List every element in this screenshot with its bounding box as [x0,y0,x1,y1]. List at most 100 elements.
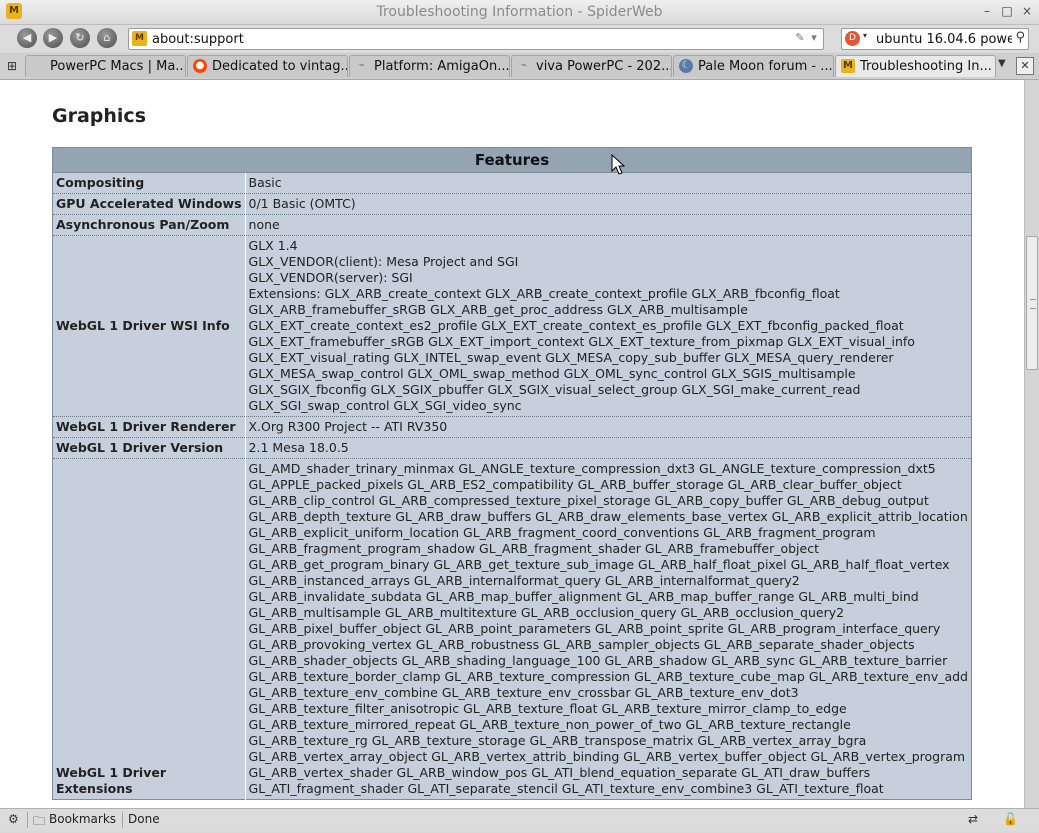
value-line: 0/1 Basic (OMTC) [248,196,356,211]
tab-troubleshooting[interactable]: M Troubleshooting In... [835,55,996,77]
bookmarks-button[interactable]: Bookmarks [49,812,116,826]
feature-value: GLX 1.4 GLX_VENDOR(client): Mesa Project … [244,235,972,417]
value-line: GL_ARB_explicit_uniform_location GL_ARB_… [248,525,876,540]
value-line: GLX_SGIX_fbconfig GLX_SGIX_pbuffer GLX_S… [248,382,861,397]
value-line: GL_ARB_pixel_buffer_object GL_ARB_point_… [248,621,941,636]
value-line: GLX_VENDOR(server): SGI [248,270,413,285]
value-line: GL_ARB_vertex_shader GL_ARB_window_pos G… [248,765,871,780]
engine-dropdown-icon[interactable]: ▾ [863,31,867,40]
value-line: GL_ARB_texture_env_combine GL_ARB_textur… [248,685,799,700]
features-table-body: Compositing Basic GPU Accelerated Windows 0… [52,172,972,800]
feature-name: Compositing [52,172,246,194]
tab-label: viva PowerPC - 202... [536,59,672,74]
window-titlebar: M Troubleshooting Information - SpiderWe… [0,0,1039,25]
table-header: Features [52,147,972,173]
maximize-icon[interactable]: □ [1000,4,1014,18]
feature-value: X.Org R300 Project -- ATI RV350 [244,416,972,438]
close-tab-icon[interactable]: ✕ [1016,57,1034,75]
feature-value: GL_AMD_shader_trinary_minmax GL_ANGLE_te… [244,458,972,800]
status-bar: ⚙ 🗀 Bookmarks Done ⇄ 🔓 [0,808,1039,831]
url-input[interactable] [150,30,794,48]
tab-strip: ⊞ PowerPC Macs | Ma... ● Dedicated to vi… [0,53,1039,80]
divider [27,812,28,828]
table-row: WebGL 1 Driver Renderer X.Org R300 Projec… [52,416,972,438]
tab-platform-amigaone[interactable]: ⌁ Platform: AmigaOn... [349,55,510,77]
close-window-icon[interactable]: × [1020,4,1034,18]
table-row: WebGL 1 Driver WSI Info GLX 1.4 GLX_VENDOR… [52,235,972,417]
feature-name: WebGL 1 Driver Renderer [52,416,246,438]
tab-dedicated-to-vintage[interactable]: ● Dedicated to vintag... [187,55,348,77]
new-tab-icon[interactable]: ⊞ [3,57,21,75]
value-line: GL_ARB_multisample GL_ARB_multitexture G… [248,605,845,620]
tab-powerpc-macs[interactable]: PowerPC Macs | Ma... [25,55,186,77]
minimize-icon[interactable]: – [980,4,994,18]
value-line: GL_ARB_shader_objects GL_ARB_shading_lan… [248,653,948,668]
navigation-toolbar: ◀ ▶ ↻ ⌂ M ✎ ▾ D ▾ ⚲ [0,25,1039,52]
mouse-cursor-icon [611,154,625,175]
url-bar[interactable]: M ✎ ▾ [128,28,824,50]
value-line: GL_AMD_shader_trinary_minmax GL_ANGLE_te… [248,461,936,476]
scrollbar-thumb[interactable] [1026,236,1038,370]
page-content: Graphics Features Compositing Basic GPU Ac… [0,80,1024,808]
search-icon[interactable]: ⚲ [1015,30,1025,45]
tab-label: PowerPC Macs | Ma... [50,59,186,74]
table-row: WebGL 1 Driver Extensions GL_AMD_shader_t… [52,458,972,800]
table-row: Compositing Basic [52,172,972,194]
moon-icon: ☾ [679,59,693,73]
value-line: GL_ARB_texture_rg GL_ARB_texture_storage… [248,733,867,748]
value-line: Basic [248,175,282,190]
apple-icon [31,59,45,73]
status-text: Done [128,812,160,826]
value-line: GL_ARB_clip_control GL_ARB_compressed_te… [248,493,929,508]
window-title: Troubleshooting Information - SpiderWeb [376,4,663,20]
value-line: GLX 1.4 [248,238,298,253]
value-line: GL_ARB_fragment_program_shadow GL_ARB_fr… [248,541,819,556]
value-line: GLX_EXT_create_context_es2_profile GLX_E… [248,318,904,333]
bookmark-icon[interactable]: ✎ [793,31,807,45]
feature-value: Basic [244,172,972,194]
search-bar[interactable]: D ▾ ⚲ [841,28,1029,50]
url-history-dropdown-icon[interactable]: ▾ [807,31,821,45]
network-activity-icon: ⇄ [968,812,979,826]
value-line: GL_ARB_depth_texture GL_ARB_draw_buffers… [248,509,968,524]
value-line: GLX_EXT_framebuffer_sRGB GLX_EXT_import_… [248,334,915,349]
tab-label: Troubleshooting In... [860,59,992,74]
feature-name: WebGL 1 Driver WSI Info [52,235,246,417]
value-line: GLX_ARB_framebuffer_sRGB GLX_ARB_get_pro… [248,302,748,317]
value-line: 2.1 Mesa 18.0.5 [248,440,349,455]
value-line: GLX_EXT_visual_rating GLX_INTEL_swap_eve… [248,350,894,365]
home-button[interactable]: ⌂ [97,28,117,48]
value-line: GL_ARB_texture_filter_anisotropic GL_ARB… [248,701,847,716]
features-table: Features Compositing Basic GPU Accelerated… [52,147,972,800]
reload-button[interactable]: ↻ [70,28,90,48]
section-title: Graphics [52,105,146,127]
table-row: GPU Accelerated Windows 0/1 Basic (OMTC) [52,193,972,215]
value-line: X.Org R300 Project -- ATI RV350 [248,419,448,434]
tab-label: Dedicated to vintag... [212,59,348,74]
search-input[interactable] [874,30,1014,48]
value-line: GL_ARB_get_program_binary GL_ARB_get_tex… [248,557,950,572]
scrollbar-grip [1030,299,1036,309]
back-button[interactable]: ◀ [17,28,37,48]
vertical-scrollbar[interactable] [1024,80,1039,808]
feature-name: Asynchronous Pan/Zoom [52,214,246,236]
lock-icon: 🔓 [1003,812,1018,826]
value-line: Extensions: GLX_ARB_create_context GLX_A… [248,286,840,301]
list-all-tabs-icon[interactable]: ▼ [998,58,1006,69]
gear-icon[interactable]: ⚙ [8,812,19,826]
tab-viva-powerpc[interactable]: ⌁ viva PowerPC - 202... [511,55,672,77]
tab-pale-moon-forum[interactable]: ☾ Pale Moon forum - ... [673,55,834,77]
site-identity-icon[interactable]: M [132,31,147,46]
duckduckgo-engine-icon[interactable]: D [845,31,860,46]
value-line: GL_ARB_texture_mirrored_repeat GL_ARB_te… [248,717,851,732]
tab-label: Pale Moon forum - ... [698,59,833,74]
feature-value: 2.1 Mesa 18.0.5 [244,437,972,459]
feature-name: GPU Accelerated Windows [52,193,246,215]
value-line: GL_ATI_fragment_shader GL_ATI_separate_s… [248,781,884,796]
link-icon: ⌁ [358,60,366,71]
forward-button[interactable]: ▶ [43,28,63,48]
value-line: GL_ARB_vertex_array_object GL_ARB_vertex… [248,749,966,764]
table-row: Asynchronous Pan/Zoom none [52,214,972,236]
value-line: none [248,217,280,232]
value-line: GLX_MESA_swap_control GLX_OML_swap_metho… [248,366,856,381]
